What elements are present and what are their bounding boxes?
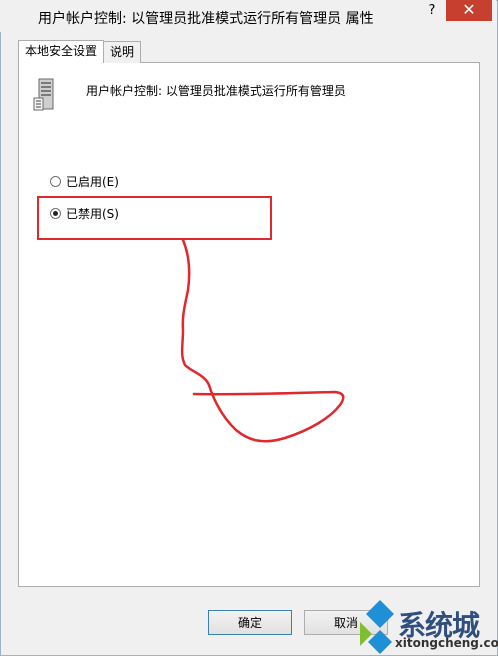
radio-disabled[interactable]: 已禁用(S) xyxy=(50,205,119,223)
radio-circle[interactable] xyxy=(50,176,61,187)
watermark-domain: xitongcheng.com xyxy=(395,636,498,650)
help-button[interactable]: ? xyxy=(418,0,446,22)
tab-explain[interactable]: 说明 xyxy=(103,41,142,63)
close-button[interactable]: ✕ xyxy=(446,0,492,21)
radio-disabled-label: 已禁用(S) xyxy=(66,207,119,221)
ok-button[interactable]: 确定 xyxy=(208,610,292,635)
radio-circle-checked[interactable] xyxy=(50,208,61,219)
radio-enabled[interactable]: 已启用(E) xyxy=(50,173,119,191)
window-title: 用户帐户控制: 以管理员批准模式运行所有管理员 属性 xyxy=(38,11,374,27)
policy-name: 用户帐户控制: 以管理员批准模式运行所有管理员 xyxy=(86,84,346,98)
server-computer-icon xyxy=(33,78,54,111)
tab-panel xyxy=(18,62,480,587)
radio-enabled-label: 已启用(E) xyxy=(66,175,119,189)
tab-local-security-setting[interactable]: 本地安全设置 xyxy=(18,40,105,63)
title-bar[interactable]: 用户帐户控制: 以管理员批准模式运行所有管理员 属性 ? ✕ xyxy=(0,0,496,32)
